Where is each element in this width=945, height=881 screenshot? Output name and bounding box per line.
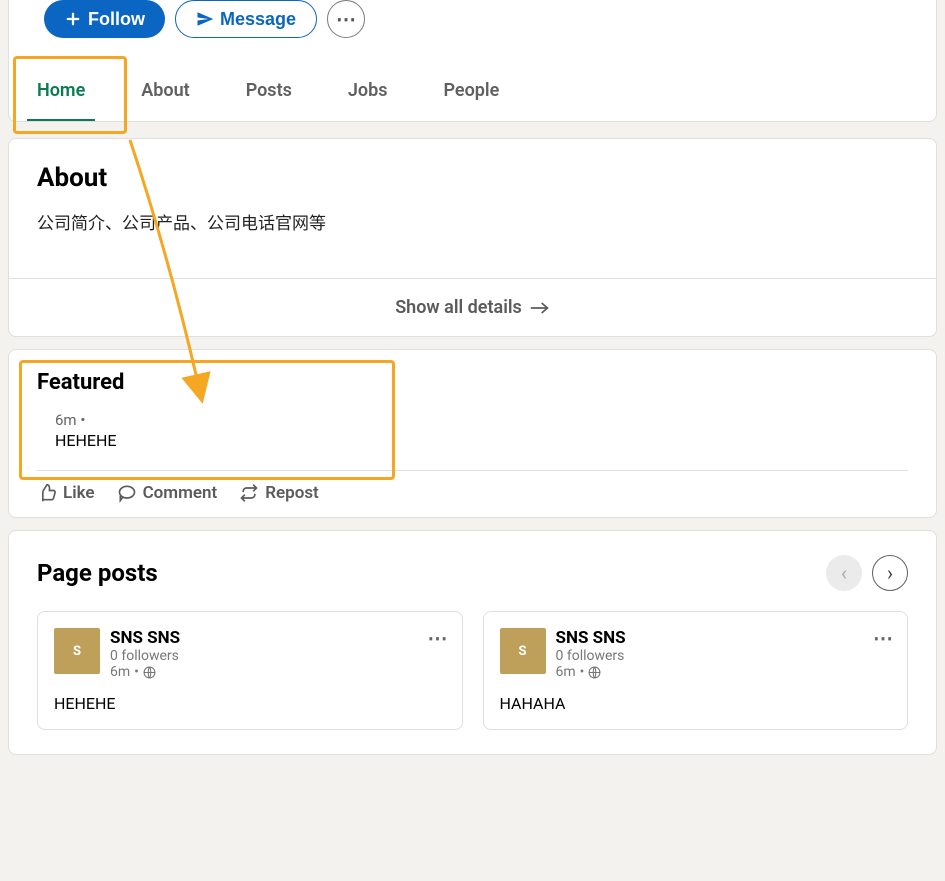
comment-button[interactable]: Comment <box>117 483 218 503</box>
more-icon: ⋯ <box>873 626 893 650</box>
message-button-label: Message <box>220 9 296 30</box>
post-time: 6m • <box>110 664 180 680</box>
post-author-name: SNS SNS <box>556 628 626 648</box>
posts-next-button[interactable]: › <box>872 555 908 591</box>
page-posts-title: Page posts <box>37 559 158 587</box>
like-icon <box>37 483 57 503</box>
post-card[interactable]: ⋯ S SNS SNS 0 followers 6m • <box>483 611 909 730</box>
follow-button-label: Follow <box>88 9 145 30</box>
page-posts-card: Page posts ‹ › ⋯ S SNS SNS <box>8 530 937 755</box>
show-all-details-label: Show all details <box>395 297 522 318</box>
repost-button[interactable]: Repost <box>239 483 319 503</box>
chevron-right-icon: › <box>887 561 893 585</box>
message-button[interactable]: Message <box>175 0 317 38</box>
featured-title: Featured <box>37 370 908 395</box>
tab-home[interactable]: Home <box>27 58 95 121</box>
follow-button[interactable]: Follow <box>44 0 165 38</box>
globe-icon <box>588 666 601 679</box>
send-icon <box>196 10 214 28</box>
posts-prev-button: ‹ <box>826 555 862 591</box>
featured-time: 6m • <box>37 411 908 429</box>
like-button[interactable]: Like <box>37 483 95 503</box>
post-followers: 0 followers <box>110 648 180 664</box>
post-body: HAHAHA <box>500 694 892 713</box>
comment-icon <box>117 483 137 503</box>
tab-people[interactable]: People <box>433 58 509 121</box>
repost-label: Repost <box>265 483 319 503</box>
avatar: S <box>54 628 100 674</box>
avatar: S <box>500 628 546 674</box>
tab-posts[interactable]: Posts <box>236 58 302 121</box>
globe-icon <box>143 666 156 679</box>
post-body: HEHEHE <box>54 694 446 713</box>
featured-card: Featured 6m • HEHEHE Like Comment Repost <box>8 349 937 518</box>
chevron-left-icon: ‹ <box>841 561 847 585</box>
more-icon: ⋯ <box>428 626 448 650</box>
more-icon: ⋯ <box>336 7 356 31</box>
tabs-bar: Home About Posts Jobs People <box>8 58 937 122</box>
post-card[interactable]: ⋯ S SNS SNS 0 followers 6m • <box>37 611 463 730</box>
post-author-name: SNS SNS <box>110 628 180 648</box>
featured-actions: Like Comment Repost <box>37 470 908 503</box>
post-more-button[interactable]: ⋯ <box>873 626 893 650</box>
post-followers: 0 followers <box>556 648 626 664</box>
show-all-details-button[interactable]: Show all details <box>9 278 936 336</box>
tab-jobs[interactable]: Jobs <box>338 58 398 121</box>
plus-icon <box>64 10 82 28</box>
post-more-button[interactable]: ⋯ <box>428 626 448 650</box>
arrow-right-icon <box>530 301 550 315</box>
about-card: About 公司简介、公司产品、公司电话官网等 Show all details <box>8 138 937 337</box>
about-description: 公司简介、公司产品、公司电话官网等 <box>37 209 908 234</box>
featured-text: HEHEHE <box>37 431 908 450</box>
comment-label: Comment <box>143 483 218 503</box>
more-button[interactable]: ⋯ <box>327 0 365 38</box>
like-label: Like <box>63 483 95 503</box>
post-time: 6m • <box>556 664 626 680</box>
repost-icon <box>239 483 259 503</box>
about-title: About <box>37 163 908 193</box>
tab-about[interactable]: About <box>131 58 199 121</box>
